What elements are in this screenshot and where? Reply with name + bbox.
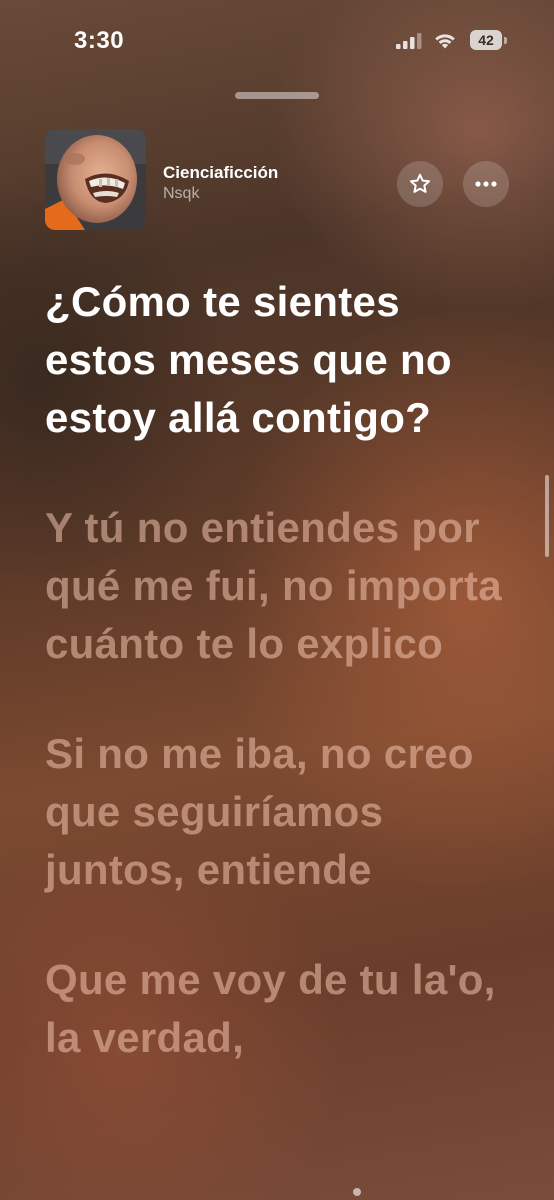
page-indicator-dot bbox=[353, 1188, 361, 1196]
wifi-icon bbox=[435, 34, 455, 49]
more-options-button[interactable] bbox=[463, 161, 509, 207]
sheet-grabber[interactable] bbox=[235, 92, 319, 99]
lyrics-screen: 3:30 42 Cienciaficción Nsqk ¿Cómo te sie… bbox=[0, 0, 554, 1200]
lyric-line[interactable]: Que me voy de tu la'o, la verdad, bbox=[45, 951, 505, 1067]
album-artwork-image bbox=[45, 129, 146, 230]
track-artist: Nsqk bbox=[163, 185, 200, 202]
status-time: 3:30 bbox=[74, 27, 125, 54]
battery-level: 42 bbox=[470, 30, 502, 50]
favorite-button[interactable] bbox=[397, 161, 443, 207]
track-info[interactable]: Cienciaficción Nsqk bbox=[163, 162, 278, 204]
album-artwork[interactable] bbox=[45, 129, 146, 230]
track-title: Cienciaficción bbox=[163, 163, 279, 182]
lyrics-list: ¿Cómo te sientes estos meses que no esto… bbox=[45, 273, 505, 1119]
track-header: Cienciaficción Nsqk bbox=[45, 129, 515, 230]
ellipsis-icon bbox=[475, 181, 497, 187]
lyric-line[interactable]: Y tú no entiendes por qué me fui, no imp… bbox=[45, 499, 505, 673]
lyric-line-current[interactable]: ¿Cómo te sientes estos meses que no esto… bbox=[45, 273, 505, 447]
scroll-indicator[interactable] bbox=[545, 475, 549, 557]
signal-icon bbox=[396, 33, 422, 49]
lyric-line[interactable]: Si no me iba, no creo que seguiríamos ju… bbox=[45, 725, 505, 899]
battery-icon: 42 bbox=[470, 30, 508, 50]
battery-tip bbox=[504, 37, 507, 44]
star-icon bbox=[410, 173, 430, 193]
status-bar: 3:30 42 bbox=[0, 0, 554, 80]
